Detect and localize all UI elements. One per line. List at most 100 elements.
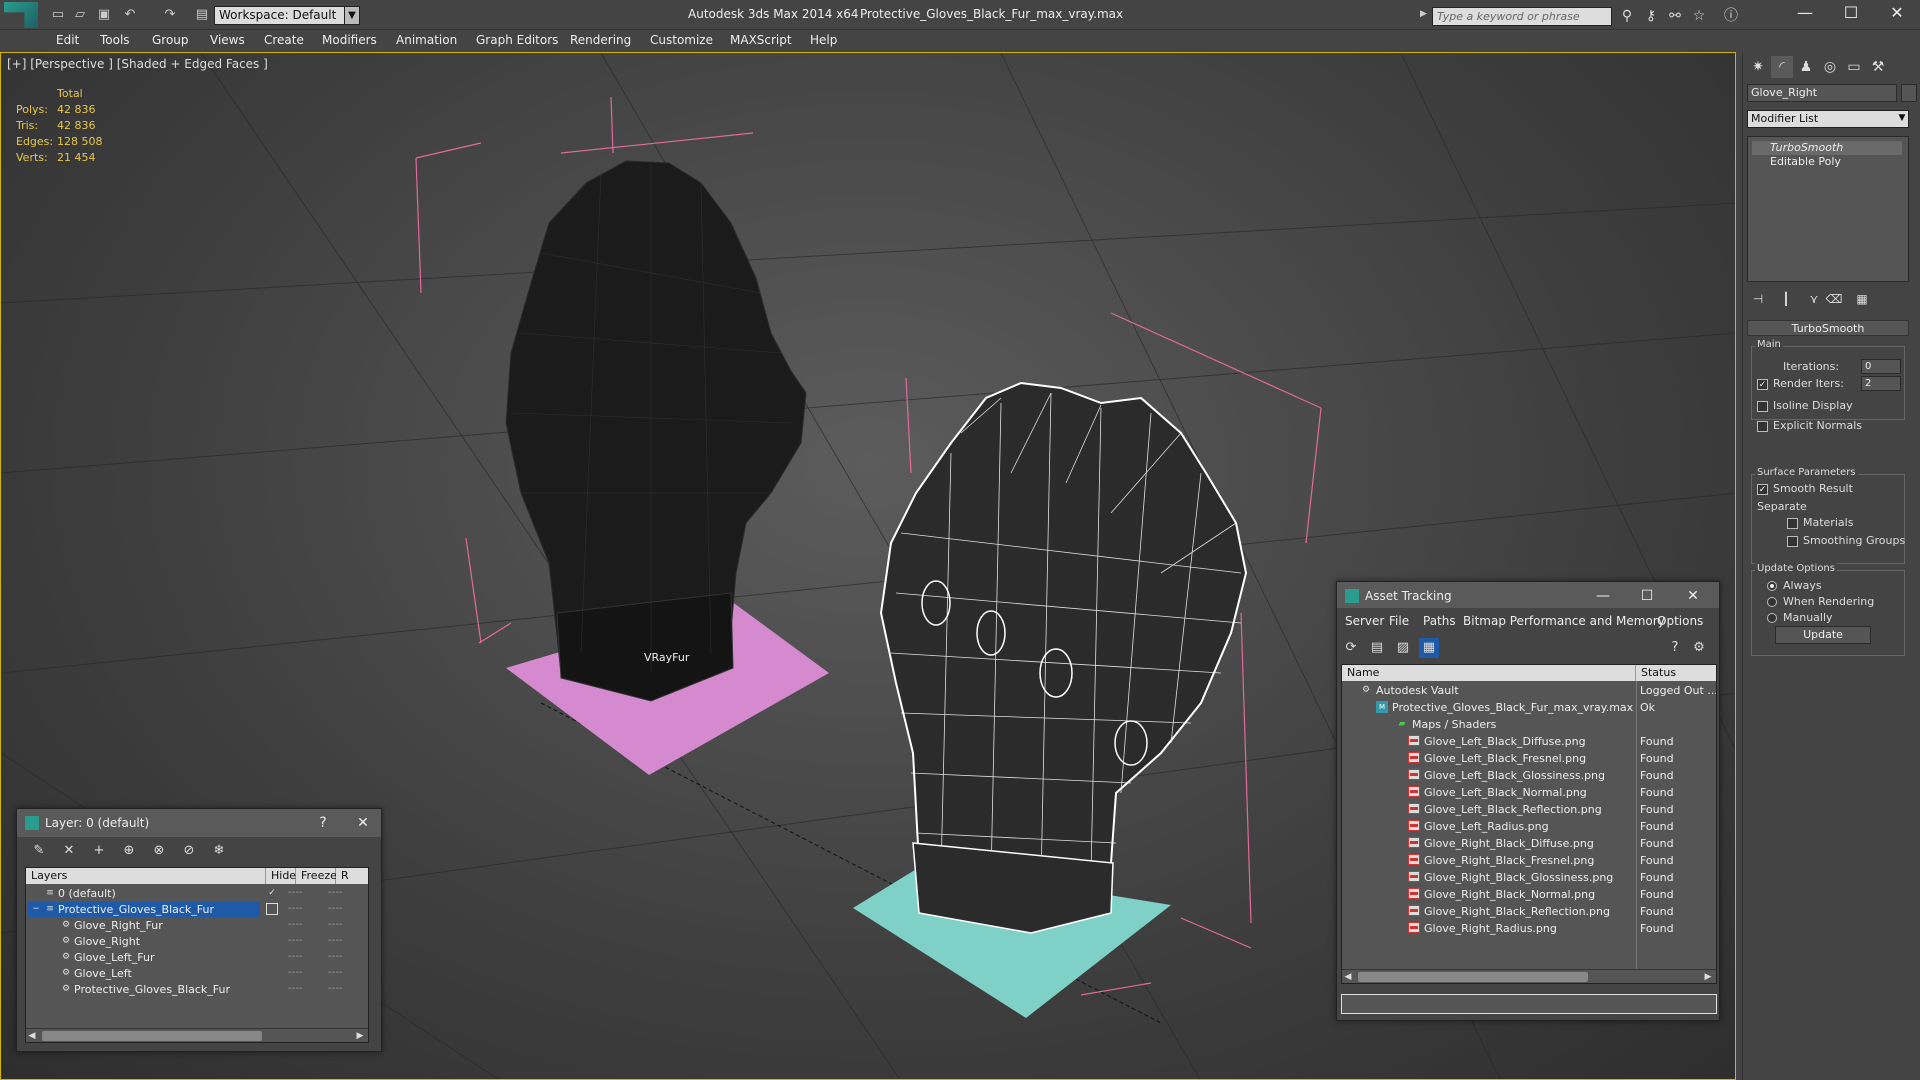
current-layer-box[interactable] (266, 903, 278, 915)
remove-modifier-icon[interactable]: ⌫ (1825, 290, 1843, 308)
asset-row-name[interactable]: Glove_Right_Black_Glossiness.png (1424, 871, 1613, 884)
add-to-layer-icon[interactable]: + (89, 841, 109, 861)
asset-row-name[interactable]: Maps / Shaders (1412, 718, 1496, 731)
asset-row-name[interactable]: Glove_Right_Black_Diffuse.png (1424, 837, 1594, 850)
asset-row-name[interactable]: Autodesk Vault (1376, 684, 1459, 697)
asset-row-name[interactable]: Glove_Left_Black_Diffuse.png (1424, 735, 1586, 748)
select-objects-icon[interactable]: ⊕ (119, 841, 139, 861)
object-name-field[interactable]: Glove_Right (1747, 84, 1897, 102)
menu-group[interactable]: Group (152, 33, 189, 47)
help-icon[interactable]: ⓘ (1722, 7, 1740, 25)
menu-help[interactable]: Help (810, 33, 837, 47)
menu-edit[interactable]: Edit (56, 33, 79, 47)
close-icon[interactable]: ✕ (1874, 0, 1920, 30)
menu-customize[interactable]: Customize (650, 33, 713, 47)
isoline-display-checkbox[interactable] (1757, 401, 1768, 412)
maximize-icon[interactable]: ☐ (1637, 586, 1657, 606)
iterations-spinner[interactable]: 0 (1861, 359, 1901, 374)
asset-tracking-titlebar[interactable]: Asset Tracking — ☐ ✕ (1337, 582, 1719, 608)
horizontal-scrollbar[interactable]: ◀ ▶ (1342, 969, 1716, 983)
configure-sets-icon[interactable]: ▦ (1853, 290, 1871, 308)
utilities-tab-icon[interactable]: ⚒ (1867, 56, 1889, 78)
smooth-result-checkbox[interactable]: ✓ (1757, 484, 1768, 495)
menu-maxscript[interactable]: MAXScript (730, 33, 792, 47)
layer-window-titlebar[interactable]: Layer: 0 (default) ? ✕ (17, 809, 381, 837)
undo-icon[interactable]: ↶ (122, 7, 138, 23)
materials-checkbox[interactable] (1787, 518, 1798, 529)
hide-all-icon[interactable]: ⊘ (179, 841, 199, 861)
layer-row-default[interactable]: 0 (default) (58, 887, 116, 900)
menu-paths[interactable]: Paths (1423, 614, 1456, 628)
explicit-normals-checkbox[interactable] (1757, 421, 1768, 432)
hide-toggle[interactable]: ---- (288, 967, 302, 978)
layer-object-row[interactable]: Glove_Left (74, 967, 132, 980)
project-folder-icon[interactable]: ▤ (194, 7, 210, 23)
menu-graph-editors[interactable]: Graph Editors (476, 33, 558, 47)
freeze-toggle[interactable]: ---- (328, 935, 342, 946)
menu-animation[interactable]: Animation (396, 33, 457, 47)
maximize-icon[interactable]: ☐ (1828, 0, 1874, 30)
pin-stack-icon[interactable]: ⊣ (1749, 290, 1767, 308)
menu-tools[interactable]: Tools (100, 33, 130, 47)
favorites-star-icon[interactable]: ☆ (1690, 7, 1708, 25)
hide-toggle[interactable]: ---- (288, 903, 302, 914)
highlight-layer-icon[interactable]: ⊗ (149, 841, 169, 861)
hide-toggle[interactable]: ---- (288, 983, 302, 994)
motion-tab-icon[interactable]: ◎ (1819, 56, 1841, 78)
binoculars-icon[interactable]: ⚲ (1618, 7, 1636, 25)
layer-object-row[interactable]: Protective_Gloves_Black_Fur (74, 983, 230, 996)
freeze-toggle[interactable]: ---- (328, 951, 342, 962)
asset-row-name[interactable]: Protective_Gloves_Black_Fur_max_vray.max (1392, 701, 1633, 714)
asset-row-name[interactable]: Glove_Right_Black_Normal.png (1424, 888, 1595, 901)
refresh-icon[interactable]: ⟳ (1341, 638, 1361, 658)
status-column-header[interactable]: Status (1636, 665, 1716, 681)
menu-options[interactable]: Options (1657, 614, 1703, 628)
menu-server[interactable]: Server (1345, 614, 1384, 628)
open-file-icon[interactable]: ▱ (72, 7, 88, 23)
freeze-toggle[interactable]: ---- (328, 903, 342, 914)
when-rendering-radio[interactable] (1767, 597, 1777, 607)
render-iters-checkbox[interactable]: ✓ (1757, 379, 1768, 390)
layers-column-header[interactable]: Layers (26, 868, 266, 884)
asset-path-field[interactable] (1341, 994, 1717, 1014)
freeze-column-header[interactable]: Freeze (296, 868, 337, 884)
hide-toggle[interactable]: ---- (288, 919, 302, 930)
close-icon[interactable]: ✕ (353, 813, 373, 833)
display-tab-icon[interactable]: ▭ (1843, 56, 1865, 78)
freeze-all-icon[interactable]: ❄ (209, 841, 229, 861)
menu-create[interactable]: Create (264, 33, 304, 47)
menu-modifiers[interactable]: Modifiers (322, 33, 377, 47)
workspace-select[interactable]: Workspace: Default (214, 6, 360, 25)
render-iters-spinner[interactable]: 2 (1861, 376, 1901, 391)
close-icon[interactable]: ✕ (1683, 586, 1703, 606)
check-icon[interactable]: ✓ (266, 887, 278, 899)
hide-toggle[interactable]: ---- (288, 935, 302, 946)
update-button[interactable]: Update (1775, 626, 1871, 644)
freeze-toggle[interactable]: ---- (328, 983, 342, 994)
glove-right-mesh[interactable] (879, 381, 1248, 934)
scroll-thumb[interactable] (1358, 972, 1588, 982)
search-input[interactable]: Type a keyword or phrase (1432, 7, 1612, 26)
layer-object-row[interactable]: Glove_Left_Fur (74, 951, 155, 964)
object-color-swatch[interactable] (1901, 84, 1917, 102)
help-icon[interactable]: ? (313, 813, 333, 833)
collapse-icon[interactable]: − (30, 903, 42, 915)
freeze-toggle[interactable]: ---- (328, 887, 342, 898)
hide-toggle[interactable]: ---- (288, 887, 302, 898)
layer-object-row[interactable]: Glove_Right_Fur (74, 919, 163, 932)
freeze-toggle[interactable]: ---- (328, 967, 342, 978)
glove-left-mesh[interactable] (505, 160, 807, 702)
new-file-icon[interactable]: ▭ (50, 7, 66, 23)
settings-icon[interactable]: ⚙ (1689, 638, 1709, 658)
chevron-left-icon[interactable]: ◀ (26, 1029, 38, 1042)
menu-file[interactable]: File (1389, 614, 1409, 628)
minimize-icon[interactable]: — (1782, 0, 1828, 30)
scroll-thumb[interactable] (42, 1031, 262, 1041)
viewport-label[interactable]: [+] [Perspective ] [Shaded + Edged Faces… (7, 57, 268, 71)
delete-layer-icon[interactable]: ✕ (59, 841, 79, 861)
layer-object-row[interactable]: Glove_Right (74, 935, 140, 948)
help-icon[interactable]: ? (1665, 638, 1685, 658)
always-radio[interactable] (1767, 581, 1777, 591)
create-tab-icon[interactable]: ✷ (1747, 56, 1769, 78)
asset-row-name[interactable]: Glove_Left_Radius.png (1424, 820, 1549, 833)
